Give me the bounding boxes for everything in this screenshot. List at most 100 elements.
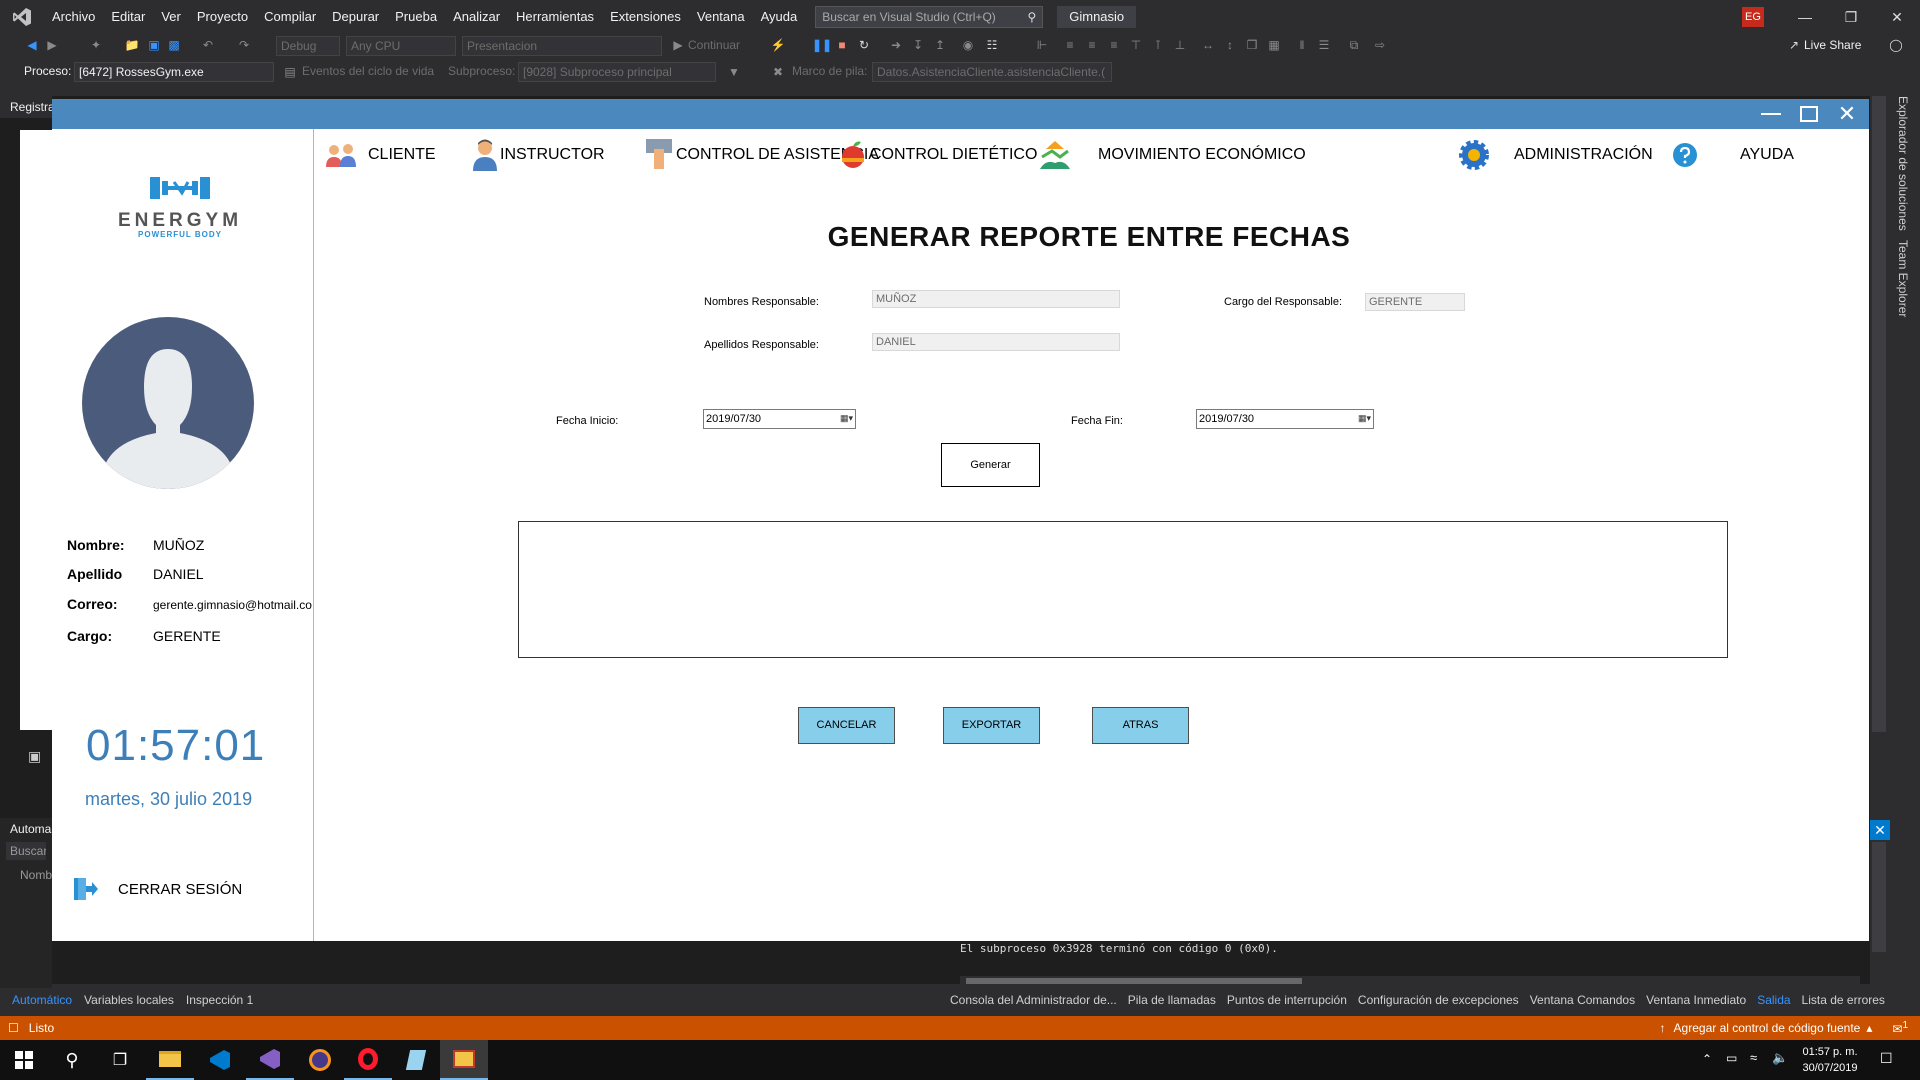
vs-close-icon[interactable]: ✕ [1874,0,1920,34]
visual-studio-icon[interactable] [246,1040,294,1080]
feedback-icon[interactable]: ◯ [1888,37,1904,53]
align-bottom-icon[interactable]: ⊥ [1172,37,1188,53]
menu-ver[interactable]: Ver [153,0,189,34]
output-scroll-thumb[interactable] [966,978,1302,984]
vs-search-input[interactable]: Buscar en Visual Studio (Ctrl+Q) ⚲ [815,6,1044,28]
filter-icon[interactable]: ▼ [726,64,742,80]
calendar-dropdown-icon[interactable]: ▦▾ [1349,412,1371,426]
menu-proyecto[interactable]: Proyecto [189,0,256,34]
solution-explorer-tab[interactable]: Explorador de soluciones [1896,96,1910,231]
vertical-spacing-icon[interactable]: ☰ [1316,37,1332,53]
task-view-icon[interactable]: ❐ [96,1040,144,1080]
bring-to-front-icon[interactable]: ⧉ [1346,37,1362,53]
autos-search-stub[interactable]: Buscar [6,842,46,860]
process-select[interactable]: [6472] RossesGym.exe [74,62,274,82]
tab-variables-locales[interactable]: Variables locales [84,993,174,1007]
visual-studio-logo-icon[interactable] [0,0,44,34]
fecha-inicio-picker[interactable]: 2019/07/30 ▦▾ [703,409,856,429]
cancelar-button[interactable]: CANCELAR [798,707,895,744]
tab-salida[interactable]: Salida [1757,993,1790,1007]
make-same-width-icon[interactable]: ↔ [1200,37,1216,53]
windows-start-icon[interactable] [0,1040,48,1080]
notifications-icon[interactable]: ✉1 [1892,1020,1908,1036]
open-folder-icon[interactable]: 📁 [124,37,140,53]
battery-icon[interactable]: ▭ [1726,1051,1737,1065]
restart-icon[interactable]: ↻ [856,37,872,53]
thread-select[interactable]: [9028] Subproceso principal [518,62,716,82]
vs-restore-icon[interactable]: ❐ [1828,0,1874,34]
menu-analizar[interactable]: Analizar [445,0,508,34]
action-center-icon[interactable]: ☐ [1880,1050,1893,1067]
nav-instructor[interactable]: INSTRUCTOR [472,137,605,173]
new-project-icon[interactable]: ✦ [88,37,104,53]
make-same-size-icon[interactable]: ❒ [1244,37,1260,53]
save-all-icon[interactable]: ▩ [166,37,182,53]
output-vertical-scrollbar[interactable] [1872,842,1886,952]
vs-minimize-icon[interactable]: — [1782,0,1828,34]
notes-app-icon[interactable] [392,1040,440,1080]
menu-extensiones[interactable]: Extensiones [602,0,689,34]
menu-prueba[interactable]: Prueba [387,0,445,34]
tray-chevron-icon[interactable]: ⌃ [1702,1052,1712,1066]
editor-vertical-scrollbar[interactable] [1872,96,1886,732]
undo-icon[interactable]: ↶ [200,37,216,53]
tab-pila-de-llamadas[interactable]: Pila de llamadas [1128,993,1216,1007]
nav-administracion[interactable]: ADMINISTRACIÓN [1458,137,1653,173]
tray-clock[interactable]: 01:57 p. m. 30/07/2019 [1790,1044,1870,1076]
gym-app-taskbar-icon[interactable] [440,1040,488,1080]
exportar-button[interactable]: EXPORTAR [943,707,1040,744]
step-out-icon[interactable]: ↥ [932,37,948,53]
fecha-fin-picker[interactable]: 2019/07/30 ▦▾ [1196,409,1374,429]
tab-ventana-comandos[interactable]: Ventana Comandos [1530,993,1635,1007]
redo-icon[interactable]: ↷ [236,37,252,53]
report-output-area[interactable] [518,521,1728,658]
user-avatar-badge[interactable]: EG [1742,7,1764,27]
app-maximize-icon[interactable] [1797,102,1821,126]
menu-ayuda[interactable]: Ayuda [753,0,806,34]
menu-editar[interactable]: Editar [103,0,153,34]
stop-icon[interactable]: ■ [834,37,850,53]
taskbar-search-icon[interactable]: ⚲ [48,1040,96,1080]
generar-button[interactable]: Generar [941,443,1040,487]
designer-tab-stub[interactable]: Registra [0,96,52,118]
back-arrow-icon[interactable]: ◀ [24,37,40,53]
logout-button[interactable]: CERRAR SESIÓN [72,877,242,901]
align-center-icon[interactable]: ≡ [1084,37,1100,53]
breakpoint-toggle-icon[interactable]: ◉ [960,37,976,53]
hot-reload-icon[interactable]: ⚡ [770,37,786,53]
app-close-icon[interactable]: ✕ [1835,101,1859,126]
calendar-dropdown-icon[interactable]: ▦▾ [831,412,853,426]
lifecycle-events-label[interactable]: Eventos del ciclo de vida [302,64,434,78]
align-right-icon[interactable]: ≡ [1106,37,1122,53]
align-icon[interactable]: ⊩ [1034,37,1050,53]
flag-thread-icon[interactable]: ✖ [770,64,786,80]
align-middle-icon[interactable]: ⊺ [1150,37,1166,53]
vscode-icon[interactable] [196,1040,244,1080]
add-to-source-control[interactable]: Agregar al control de código fuente [1674,1021,1861,1035]
nombres-field[interactable]: MUÑOZ [872,290,1120,308]
app-minimize-icon[interactable] [1759,102,1783,126]
cargo-field[interactable]: GERENTE [1365,293,1465,311]
tab-ventana-inmediato[interactable]: Ventana Inmediato [1646,993,1746,1007]
atras-button[interactable]: ATRAS [1092,707,1189,744]
nav-ayuda[interactable]: AYUDA [1672,137,1794,173]
volume-icon[interactable]: 🔈 [1772,1050,1788,1066]
size-to-grid-icon[interactable]: ▦ [1266,37,1282,53]
live-share-icon[interactable]: ↗ [1786,37,1802,53]
apellidos-field[interactable]: DANIEL [872,333,1120,351]
team-explorer-tab[interactable]: Team Explorer [1896,240,1910,317]
configuration-select[interactable]: Debug [276,36,340,56]
tab-lista-de-errores[interactable]: Lista de errores [1802,993,1885,1007]
menu-compilar[interactable]: Compilar [256,0,324,34]
menu-herramientas[interactable]: Herramientas [508,0,602,34]
output-close-icon[interactable]: ✕ [1870,820,1890,840]
tab-automatico[interactable]: Automático [12,993,72,1007]
nav-control-dietetico[interactable]: CONTROL DIETÉTICO [838,137,1037,173]
startup-project-select[interactable]: Presentacion [462,36,662,56]
forward-arrow-icon[interactable]: ▶ [44,37,60,53]
eclipse-icon[interactable] [296,1040,344,1080]
live-share-button[interactable]: Live Share [1804,38,1861,52]
tab-configuracion-excepciones[interactable]: Configuración de excepciones [1358,993,1519,1007]
menu-ventana[interactable]: Ventana [689,0,753,34]
make-same-height-icon[interactable]: ↕ [1222,37,1238,53]
